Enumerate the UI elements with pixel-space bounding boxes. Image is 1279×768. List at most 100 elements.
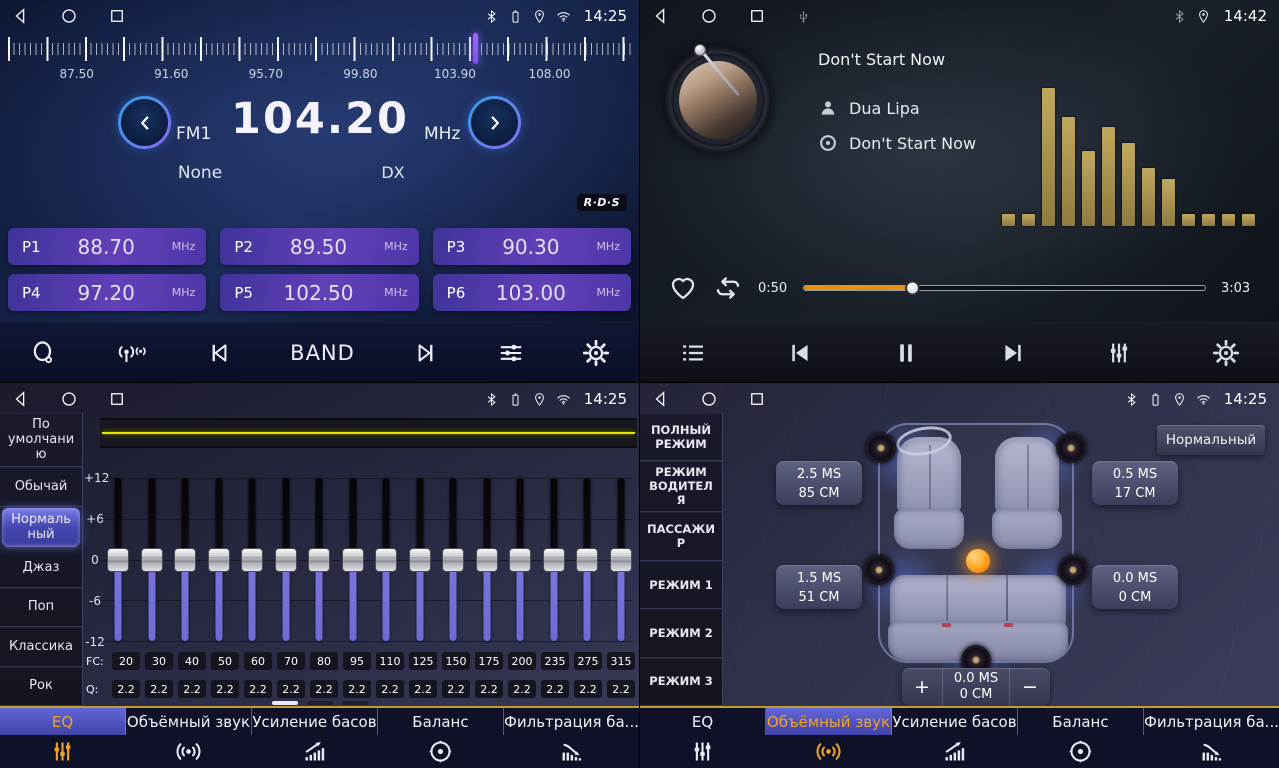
eq-preset-item[interactable]: По умолчанию [0,413,82,467]
scan-icon[interactable] [29,339,57,367]
decrease-delay-button[interactable]: − [1010,668,1050,706]
preset-button-p6[interactable]: P6103.00MHz [433,274,631,311]
band-button[interactable]: BAND [290,341,355,365]
preset-button-p3[interactable]: P390.30MHz [433,228,631,265]
progress-bar[interactable] [803,285,1206,291]
tune-previous-icon[interactable] [205,339,233,367]
rear-left-speaker-icon[interactable] [864,555,894,585]
settings-icon[interactable] [1212,339,1240,367]
listening-mode-item[interactable]: РЕЖИМ 1 [640,561,722,609]
tab-crossover-filter[interactable]: Фильтрация ба... [1144,708,1279,768]
surround-preset-button[interactable]: Нормальный [1157,425,1265,455]
eq-preset-item[interactable]: Поп [0,588,82,628]
tab-balance[interactable]: Баланс [378,708,504,768]
tab-surround-sound[interactable]: Объёмный звук [766,708,892,768]
tab-balance[interactable]: Баланс [1018,708,1144,768]
tab-bass-boost[interactable]: Усиление басов [892,708,1018,768]
listening-mode-item[interactable]: ПОЛНЫЙ РЕЖИМ [640,413,722,461]
recents-icon[interactable] [748,7,766,25]
listening-mode-item[interactable]: РЕЖИМ ВОДИТЕЛЯ [640,461,722,512]
preset-button-p1[interactable]: P188.70MHz [8,228,206,265]
eq-band-slider[interactable] [542,478,566,641]
preset-button-p4[interactable]: P497.20MHz [8,274,206,311]
recents-icon[interactable] [108,7,126,25]
home-icon[interactable] [700,390,718,408]
eq-band-slider[interactable] [475,478,499,641]
playlist-icon[interactable] [679,339,707,367]
tab-crossover-filter[interactable]: Фильтрация ба... [504,708,639,768]
eq-slider-handle[interactable] [610,548,632,572]
eq-slider-handle[interactable] [141,548,163,572]
increase-delay-button[interactable]: + [902,668,942,706]
seek-up-button[interactable] [468,96,521,149]
eq-preset-item[interactable]: Рок [0,667,82,707]
eq-band-slider[interactable] [408,478,432,641]
preset-button-p5[interactable]: P5102.50MHz [220,274,418,311]
eq-band-slider[interactable] [441,478,465,641]
eq-band-slider[interactable] [207,478,231,641]
back-icon[interactable] [12,7,30,25]
tuner-pointer[interactable] [473,33,478,64]
back-icon[interactable] [12,390,30,408]
eq-slider-handle[interactable] [308,548,330,572]
eq-band-slider[interactable] [508,478,532,641]
listening-mode-item[interactable]: РЕЖИМ 3 [640,658,722,706]
tab-surround-sound[interactable]: Объёмный звук [126,708,252,768]
eq-preset-item[interactable]: Джаз [0,548,82,588]
home-icon[interactable] [60,7,78,25]
eq-band-slider[interactable] [140,478,164,641]
eq-slider-handle[interactable] [442,548,464,572]
broadcast-icon[interactable] [114,339,148,367]
previous-track-icon[interactable] [786,339,814,367]
home-icon[interactable] [700,7,718,25]
eq-band-slider[interactable] [307,478,331,641]
eq-band-slider[interactable] [374,478,398,641]
eq-slider-handle[interactable] [375,548,397,572]
front-right-delay-button[interactable]: 0.5 MS 17 CM [1092,461,1178,505]
back-icon[interactable] [652,7,670,25]
eq-band-slider[interactable] [341,478,365,641]
eq-slider-handle[interactable] [543,548,565,572]
eq-slider-handle[interactable] [476,548,498,572]
preset-button-p2[interactable]: P289.50MHz [220,228,418,265]
favorite-icon[interactable] [668,273,698,303]
eq-band-slider[interactable] [240,478,264,641]
eq-slider-handle[interactable] [107,548,129,572]
eq-preset-item[interactable]: Обычай [0,467,82,507]
recents-icon[interactable] [748,390,766,408]
recents-icon[interactable] [108,390,126,408]
eq-slider-handle[interactable] [208,548,230,572]
eq-band-slider[interactable] [575,478,599,641]
equalizer-icon[interactable] [497,339,525,367]
eq-slider-handle[interactable] [576,548,598,572]
listening-position-marker[interactable] [966,549,990,573]
tuner-scale[interactable]: 87.5091.6095.7099.80103.90108.00 [0,33,639,83]
eq-slider-handle[interactable] [509,548,531,572]
listening-mode-item[interactable]: РЕЖИМ 2 [640,609,722,657]
seek-down-button[interactable] [118,96,171,149]
eq-slider-handle[interactable] [241,548,263,572]
eq-preset-item[interactable]: Классика [0,627,82,667]
tab-bass-boost[interactable]: Усиление басов [252,708,378,768]
eq-preset-item[interactable]: Нормальный [2,508,80,548]
listening-mode-item[interactable]: ПАССАЖИР [640,512,722,560]
pause-icon[interactable] [892,339,920,367]
eq-slider-handle[interactable] [275,548,297,572]
tune-next-icon[interactable] [412,339,440,367]
front-left-delay-button[interactable]: 2.5 MS 85 CM [776,461,862,505]
eq-slider-handle[interactable] [342,548,364,572]
settings-icon[interactable] [582,339,610,367]
eq-band-slider[interactable] [173,478,197,641]
next-track-icon[interactable] [999,339,1027,367]
front-left-speaker-icon[interactable] [866,433,896,463]
equalizer-icon[interactable] [1105,339,1133,367]
tab-eq[interactable]: EQ [0,708,126,768]
back-icon[interactable] [652,390,670,408]
rear-right-delay-button[interactable]: 0.0 MS 0 CM [1092,565,1178,609]
eq-band-slider[interactable] [274,478,298,641]
eq-band-slider[interactable] [106,478,130,641]
front-right-speaker-icon[interactable] [1056,433,1086,463]
repeat-icon[interactable] [713,273,743,303]
eq-slider-handle[interactable] [174,548,196,572]
tab-eq[interactable]: EQ [640,708,766,768]
